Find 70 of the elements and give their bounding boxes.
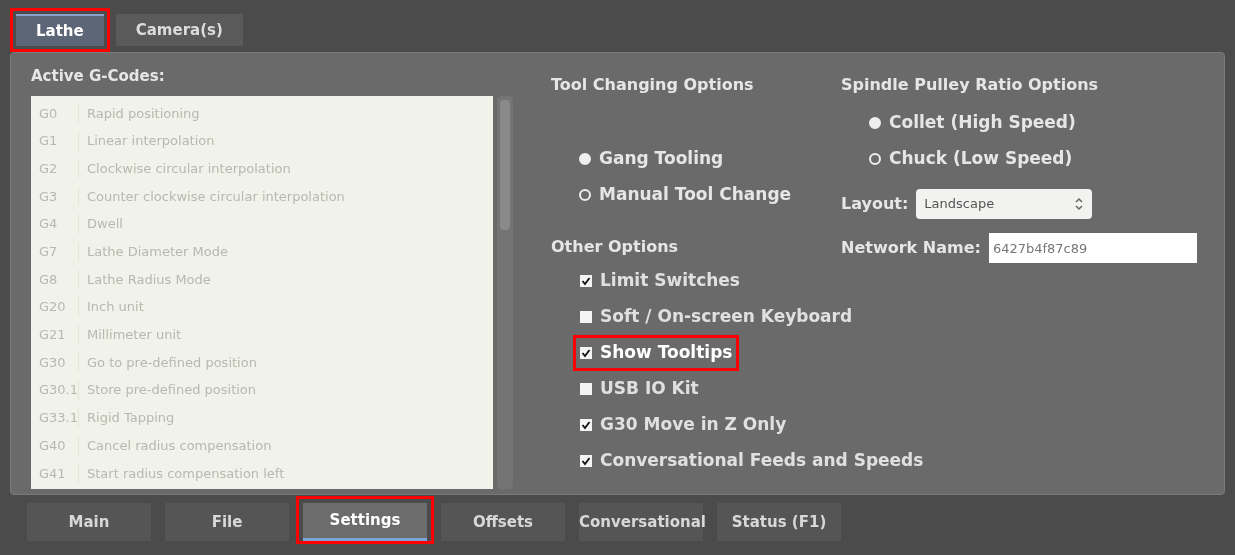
check-icon <box>581 420 591 430</box>
gcode-cell: G1 <box>31 131 79 151</box>
description-cell-text: Start radius compensation left <box>86 464 285 483</box>
gcode-cell: G33.1 <box>31 408 79 428</box>
description-cell-text: Linear interpolation <box>86 132 215 151</box>
gcode-cell: G2 <box>31 158 79 179</box>
radio-label: Manual Tool Change <box>599 183 792 207</box>
updown-icon <box>1074 197 1085 211</box>
gcode-cell: G20 <box>31 297 79 317</box>
description-cell-text: Counter clockwise circular interpolation <box>86 187 345 206</box>
checkbox-label: G30 Move in Z Only <box>600 413 787 437</box>
checkbox-label: Limit Switches <box>600 269 740 293</box>
check-icon <box>581 456 591 466</box>
tab[interactable]: Conversational <box>579 503 703 541</box>
description-cell-text: Dwell <box>86 215 123 234</box>
tab[interactable]: Status (F1) <box>717 503 841 541</box>
radio-button[interactable] <box>869 117 881 129</box>
gcode-cell: G0 <box>31 103 79 124</box>
checkbox[interactable] <box>580 383 592 395</box>
description-cell-text: Cancel radius compensation <box>86 436 272 455</box>
checkbox-label: Conversational Feeds and Speeds <box>600 449 924 473</box>
radio-label: Chuck (Low Speed) <box>889 147 1073 171</box>
checkbox[interactable] <box>580 275 592 287</box>
radio-button[interactable] <box>579 153 591 165</box>
tab[interactable]: Main <box>27 503 151 541</box>
tab[interactable]: Lathe <box>16 14 104 46</box>
radio-button[interactable] <box>579 189 591 201</box>
radio-label: Gang Tooling <box>599 147 724 171</box>
check-icon <box>581 276 591 286</box>
checkbox-label: Soft / On-screen Keyboard <box>600 305 853 329</box>
checkbox[interactable] <box>580 455 592 467</box>
layout-dropdown[interactable]: Landscape <box>916 189 1093 219</box>
checkbox-label: Show Tooltips <box>600 341 733 365</box>
description-cell-text: Go to pre-defined position <box>86 353 257 372</box>
description-cell-text: Millimeter unit <box>86 326 182 345</box>
gcode-cell: G4 <box>31 214 79 234</box>
section-title: Other Options <box>551 236 680 258</box>
gcode-cell: G40 <box>31 435 79 456</box>
description-cell-text: Rigid Tapping <box>86 409 175 428</box>
description-cell-text: Lathe Diameter Mode <box>86 243 228 262</box>
checkbox[interactable] <box>580 347 592 359</box>
gcode-cell: G7 <box>31 242 79 262</box>
section-title: Active G-Codes: <box>31 66 166 87</box>
gcode-cell: G41 <box>31 463 79 484</box>
section-title: Tool Changing Options <box>551 74 755 96</box>
description-cell-text: Store pre-defined position <box>86 381 257 400</box>
tab[interactable]: File <box>165 503 289 541</box>
gcode-cell: G8 <box>31 269 79 290</box>
description-cell-text: Lathe Radius Mode <box>86 270 211 289</box>
checkbox[interactable] <box>580 419 592 431</box>
gcode-cell: G3 <box>31 186 79 207</box>
description-cell-text: Rapid positioning <box>86 104 200 123</box>
scrollbar[interactable] <box>497 95 513 489</box>
gcode-cell: G30 <box>31 352 79 373</box>
radio-button[interactable] <box>869 153 881 165</box>
tab[interactable]: Camera(s) <box>115 14 243 46</box>
gcode-cell: G21 <box>31 325 79 345</box>
description-cell-text: Clockwise circular interpolation <box>86 159 291 178</box>
field-label: Layout: <box>841 193 909 215</box>
radio-label: Collet (High Speed) <box>889 111 1076 135</box>
tab[interactable]: Offsets <box>441 503 565 541</box>
network-name-field[interactable]: 6427b4f87c89 <box>988 233 1197 263</box>
checkbox-label: USB IO Kit <box>600 377 699 401</box>
check-icon <box>581 348 591 358</box>
description-cell-text: Inch unit <box>86 298 144 317</box>
field-label: Network Name: <box>841 237 981 259</box>
gcode-cell: G30.1 <box>31 380 79 400</box>
section-title: Spindle Pulley Ratio Options <box>841 74 1100 96</box>
checkbox[interactable] <box>580 311 592 323</box>
tab[interactable]: Settings <box>303 503 427 541</box>
